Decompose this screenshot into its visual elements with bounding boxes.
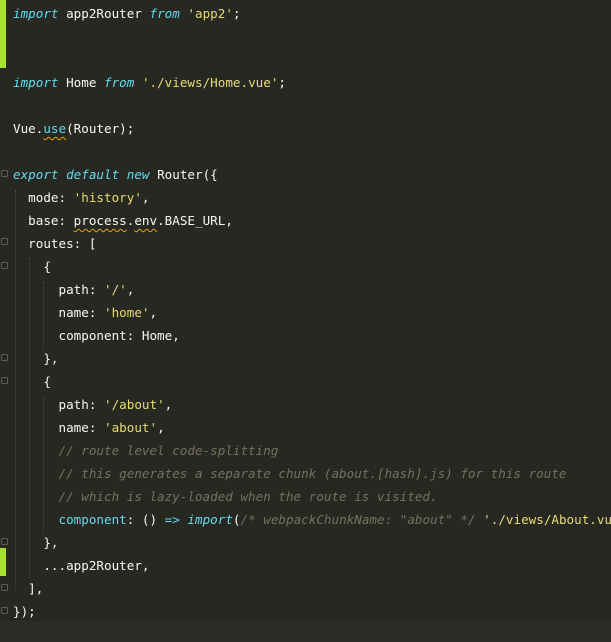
code-line[interactable]: // which is lazy-loaded when the route i…: [13, 485, 438, 508]
code-token: app2Router: [58, 6, 150, 21]
code-token: .BASE_URL,: [157, 213, 233, 228]
code-token: ,: [126, 282, 135, 297]
code-token: import: [13, 6, 59, 21]
code-line[interactable]: component: Home,: [13, 324, 180, 347]
fold-icon[interactable]: [1, 584, 8, 591]
code-token: process: [73, 213, 127, 228]
code-token: '/': [104, 282, 127, 297]
git-added-marker: [0, 548, 6, 576]
code-token: base:: [13, 213, 74, 228]
code-token: './views/Home.vue': [141, 75, 279, 90]
code-token: Vue: [13, 121, 36, 136]
code-token: mode:: [13, 190, 74, 205]
code-token: Home: [58, 75, 104, 90]
code-token: default: [66, 167, 120, 182]
code-token: 'history': [73, 190, 142, 205]
code-token: env: [134, 213, 158, 228]
code-line[interactable]: path: '/',: [13, 278, 134, 301]
code-token: path:: [13, 282, 104, 297]
code-token: 'about': [104, 420, 158, 435]
code-token: import: [187, 512, 233, 527]
code-token: ;: [232, 6, 241, 21]
code-token: component: Home,: [13, 328, 180, 343]
git-added-marker: [0, 0, 6, 68]
code-token: // this generates a separate chunk (abou…: [13, 466, 567, 481]
code-token: ...app2Router,: [13, 558, 150, 573]
code-line[interactable]: name: 'home',: [13, 301, 157, 324]
fold-icon[interactable]: [1, 377, 8, 384]
code-line[interactable]: });: [13, 600, 36, 623]
code-line[interactable]: routes: [: [13, 232, 96, 255]
code-token: ,: [141, 190, 150, 205]
code-line[interactable]: ...app2Router,: [13, 554, 149, 577]
code-token: '/about': [104, 397, 165, 412]
fold-icon[interactable]: [1, 262, 8, 269]
code-token: ,: [149, 305, 158, 320]
code-token: name:: [13, 305, 104, 320]
code-token: export: [13, 167, 59, 182]
code-token: ;: [278, 75, 287, 90]
code-token: },: [13, 351, 59, 366]
code-token: new: [126, 167, 150, 182]
code-line[interactable]: },: [13, 347, 59, 370]
code-line[interactable]: {: [13, 370, 51, 393]
code-line[interactable]: // this generates a separate chunk (abou…: [13, 462, 567, 485]
code-line[interactable]: {: [13, 255, 51, 278]
code-line[interactable]: import Home from './views/Home.vue';: [13, 71, 286, 94]
editor-bottom-area: [0, 621, 611, 642]
code-token: routes: [: [13, 236, 97, 251]
code-token: Router: [149, 167, 203, 182]
code-line[interactable]: name: 'about',: [13, 416, 165, 439]
code-token: // which is lazy-loaded when the route i…: [13, 489, 438, 504]
code-token: (Router);: [66, 121, 135, 136]
code-token: {: [13, 259, 51, 274]
code-token: use: [43, 121, 67, 136]
code-token: ,: [157, 420, 165, 435]
code-token: import: [13, 75, 59, 90]
fold-icon[interactable]: [1, 607, 8, 614]
code-token: },: [13, 535, 59, 550]
code-token: 'app2': [187, 6, 233, 21]
code-token: =>: [164, 512, 180, 527]
fold-icon[interactable]: [1, 170, 8, 177]
editor-gutter[interactable]: [0, 0, 8, 642]
fold-icon[interactable]: [1, 354, 8, 361]
code-token: path:: [13, 397, 104, 412]
code-line[interactable]: Vue.use(Router);: [13, 117, 134, 140]
code-token: /* webpackChunkName: "about" */: [240, 512, 476, 527]
code-token: // route level code-splitting: [13, 443, 279, 458]
code-token: : (): [126, 512, 165, 527]
code-line[interactable]: component: () => import(/* webpackChunkN…: [13, 508, 611, 531]
code-line[interactable]: base: process.env.BASE_URL,: [13, 209, 233, 232]
code-token: ],: [13, 581, 44, 596]
code-token: ({: [202, 167, 218, 182]
fold-icon[interactable]: [1, 238, 8, 245]
code-token: name:: [13, 420, 104, 435]
code-token: component: [13, 512, 127, 527]
code-line[interactable]: },: [13, 531, 59, 554]
code-token: from: [149, 6, 180, 21]
code-token: {: [13, 374, 51, 389]
code-editor[interactable]: import app2Router from 'app2'; import Hom…: [0, 0, 611, 642]
code-token: './views/About.vue': [483, 512, 611, 527]
code-token: ,: [164, 397, 173, 412]
code-token: (: [232, 512, 241, 527]
code-line[interactable]: export default new Router({: [13, 163, 218, 186]
code-token: });: [13, 604, 36, 619]
code-line[interactable]: // route level code-splitting: [13, 439, 278, 462]
fold-icon[interactable]: [1, 538, 8, 545]
code-line[interactable]: path: '/about',: [13, 393, 172, 416]
code-line[interactable]: import app2Router from 'app2';: [13, 2, 241, 25]
code-token: from: [104, 75, 135, 90]
code-line[interactable]: ],: [13, 577, 43, 600]
code-line[interactable]: mode: 'history',: [13, 186, 150, 209]
code-token: 'home': [104, 305, 150, 320]
